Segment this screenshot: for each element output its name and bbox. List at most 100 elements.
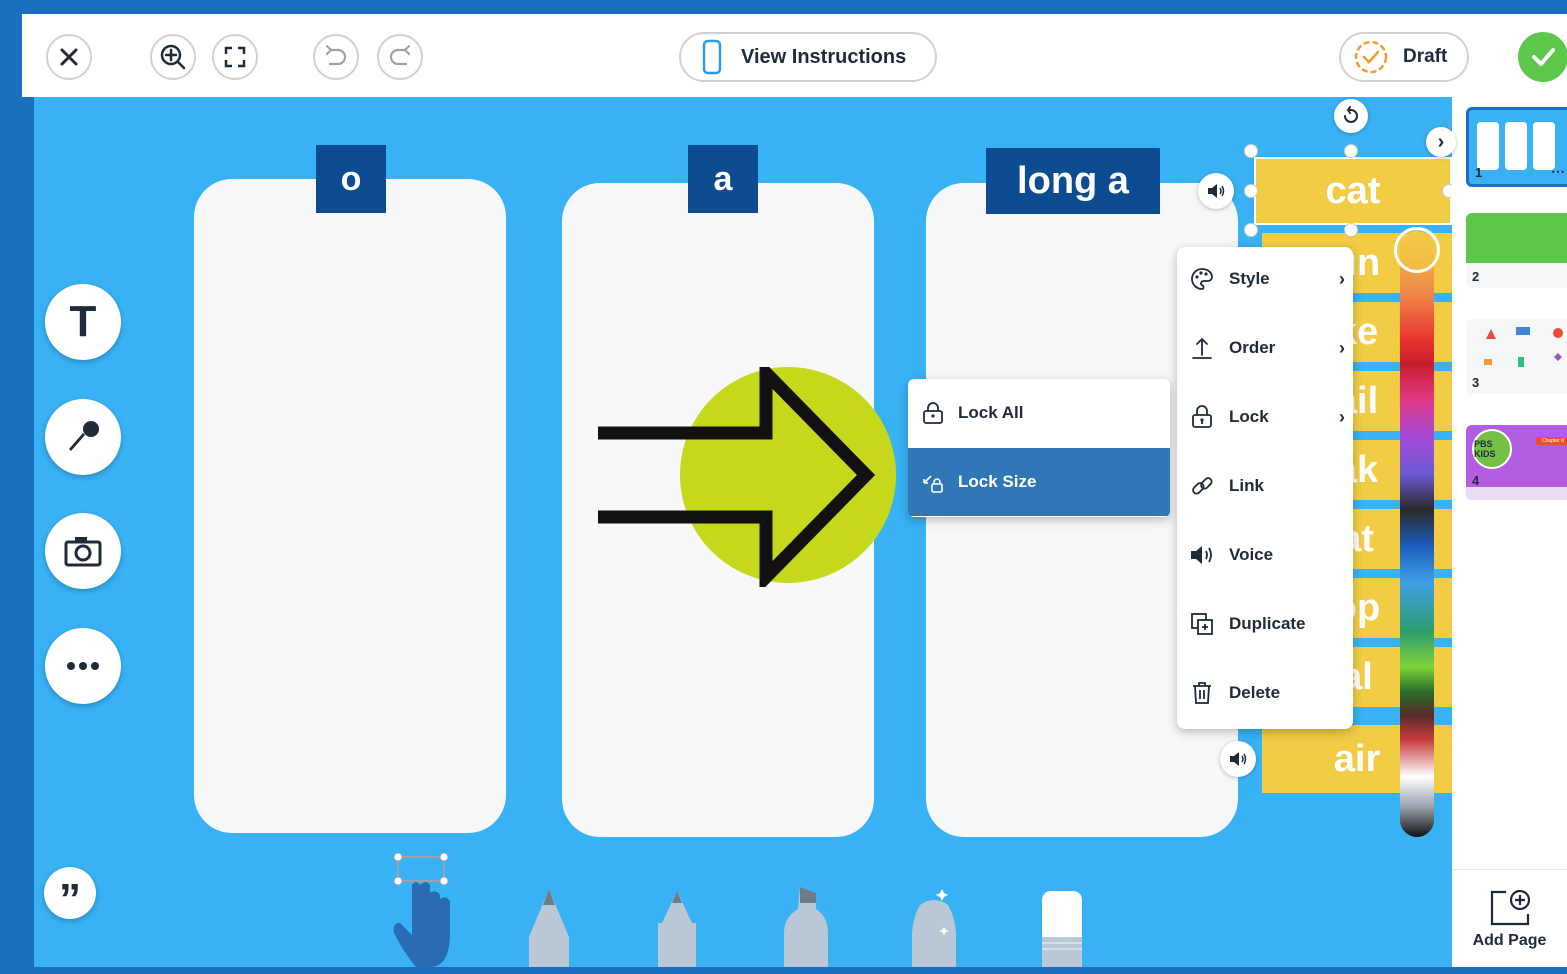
link-icon	[1187, 473, 1217, 499]
zoom-in-icon	[160, 44, 186, 70]
microphone-icon	[69, 421, 99, 451]
speaker-icon	[1208, 184, 1225, 198]
microphone-tool-button[interactable]	[45, 399, 121, 475]
word-card-selected[interactable]: cat	[1254, 157, 1452, 225]
view-instructions-button[interactable]: View Instructions	[679, 32, 937, 82]
text-tool-button[interactable]: T	[45, 284, 121, 360]
menu-item-label: Style	[1229, 269, 1270, 288]
card-voice-button[interactable]	[1198, 173, 1234, 209]
sorting-column-o[interactable]	[194, 179, 506, 833]
menu-item-label: Order	[1229, 338, 1276, 357]
shapes-preview	[1484, 327, 1563, 367]
checkmark-icon	[1532, 48, 1555, 66]
page-thumbnail-1[interactable]: 1 ⋯	[1466, 107, 1567, 187]
camera-tool-button[interactable]	[45, 513, 121, 589]
camera-icon	[64, 537, 102, 567]
menu-item-label: Duplicate	[1229, 614, 1306, 633]
menu-item-label: Delete	[1229, 683, 1281, 702]
page-number: 3	[1472, 375, 1480, 390]
chevron-right-icon: ›	[1339, 268, 1345, 289]
redo-icon	[389, 44, 411, 66]
menu-item-label: Lock	[1229, 407, 1269, 426]
zoom-in-button[interactable]	[150, 34, 196, 80]
card-voice-button[interactable]	[1220, 741, 1256, 777]
trash-icon	[1187, 680, 1217, 706]
pen-tool[interactable]	[652, 889, 702, 967]
submit-button[interactable]	[1518, 32, 1567, 82]
resize-handle[interactable]	[1244, 184, 1258, 198]
column-heading-o: o	[316, 145, 386, 213]
activity-canvas[interactable]: o a long a cat un ke ail ak at op al air…	[34, 97, 1452, 967]
add-page-icon	[1490, 889, 1530, 926]
quote-icon: ”	[59, 875, 81, 924]
more-dots-icon	[67, 662, 99, 670]
fullscreen-icon	[224, 46, 246, 68]
top-toolbar: View Instructions Draft	[22, 14, 1567, 97]
thumbnail-tag: Chapter 8	[1536, 437, 1567, 445]
resize-handle[interactable]	[1344, 144, 1358, 158]
redo-button[interactable]	[377, 34, 423, 80]
menu-item-duplicate[interactable]: Duplicate	[1177, 598, 1353, 650]
menu-item-order[interactable]: Order ›	[1177, 322, 1353, 374]
padlock-icon	[920, 401, 946, 425]
lock-submenu: Lock All Lock Size	[908, 379, 1170, 517]
close-icon	[60, 48, 78, 66]
page-thumbnail-4[interactable]: PBS KIDS Chapter 8 4	[1466, 425, 1567, 500]
submenu-item-label: Lock All	[958, 403, 1024, 422]
comment-button[interactable]: ”	[44, 867, 96, 924]
draft-check-icon	[1353, 39, 1389, 75]
view-instructions-label: View Instructions	[741, 45, 907, 68]
menu-item-link[interactable]: Link	[1177, 460, 1353, 512]
menu-item-voice[interactable]: Voice	[1177, 529, 1353, 581]
eraser-tool[interactable]	[1036, 887, 1088, 967]
column-heading-long-a: long a	[986, 148, 1160, 214]
fullscreen-button[interactable]	[212, 34, 258, 80]
pencil-tool[interactable]	[524, 887, 574, 967]
add-page-label: Add Page	[1472, 932, 1547, 949]
highlighter-tool[interactable]	[906, 883, 962, 967]
draft-status-button[interactable]: Draft	[1339, 32, 1469, 82]
marker-tool[interactable]	[778, 883, 834, 967]
undo-button[interactable]	[313, 34, 359, 80]
menu-item-delete[interactable]: Delete	[1177, 667, 1353, 719]
word-card-text: cat	[1325, 169, 1381, 212]
submenu-item-lock-size[interactable]: Lock Size	[908, 448, 1170, 516]
page-number: 4	[1472, 473, 1480, 488]
word-card-text: air	[1333, 737, 1381, 780]
context-menu: Style › Order › Lock › Link Voice Duplic…	[1177, 247, 1353, 729]
menu-item-lock[interactable]: Lock ›	[1177, 391, 1353, 443]
rotate-icon	[1344, 106, 1358, 123]
color-picker-thumb[interactable]	[1394, 227, 1440, 273]
resize-handle[interactable]	[1244, 223, 1258, 237]
speaker-icon	[1230, 752, 1247, 766]
add-page-button[interactable]: Add Page	[1452, 869, 1567, 968]
text-icon: T	[69, 297, 97, 346]
submenu-item-lock-all[interactable]: Lock All	[908, 379, 1170, 447]
rotate-handle[interactable]	[1334, 99, 1368, 133]
collapse-sidebar-button[interactable]: ›	[1426, 127, 1456, 157]
arrow-up-icon	[1187, 335, 1217, 361]
resize-handle[interactable]	[1344, 223, 1358, 237]
page-thumbnail-3[interactable]: 3	[1466, 319, 1567, 394]
column-heading-a: a	[688, 145, 758, 213]
chevron-right-icon: ›	[1437, 130, 1445, 153]
menu-item-style[interactable]: Style ›	[1177, 253, 1353, 305]
speaker-icon	[1187, 544, 1217, 566]
lock-size-icon	[920, 470, 946, 494]
pointer-arrow-callout	[598, 367, 896, 587]
duplicate-icon	[1187, 611, 1217, 637]
color-picker-slider[interactable]	[1400, 231, 1434, 837]
page-options-icon[interactable]: ⋯	[1551, 163, 1565, 180]
resize-handle[interactable]	[1442, 184, 1452, 198]
more-tools-button[interactable]	[45, 628, 121, 704]
palette-icon	[1187, 266, 1217, 292]
page-thumbnail-2[interactable]: 2	[1466, 213, 1567, 288]
select-hand-tool[interactable]	[390, 853, 462, 967]
page-number: 1	[1475, 165, 1483, 180]
resize-handle[interactable]	[1244, 144, 1258, 158]
pbs-kids-logo: PBS KIDS	[1472, 429, 1512, 469]
chevron-right-icon: ›	[1339, 406, 1345, 427]
chevron-right-icon: ›	[1339, 337, 1345, 358]
close-button[interactable]	[46, 34, 92, 80]
phone-icon	[701, 39, 723, 75]
